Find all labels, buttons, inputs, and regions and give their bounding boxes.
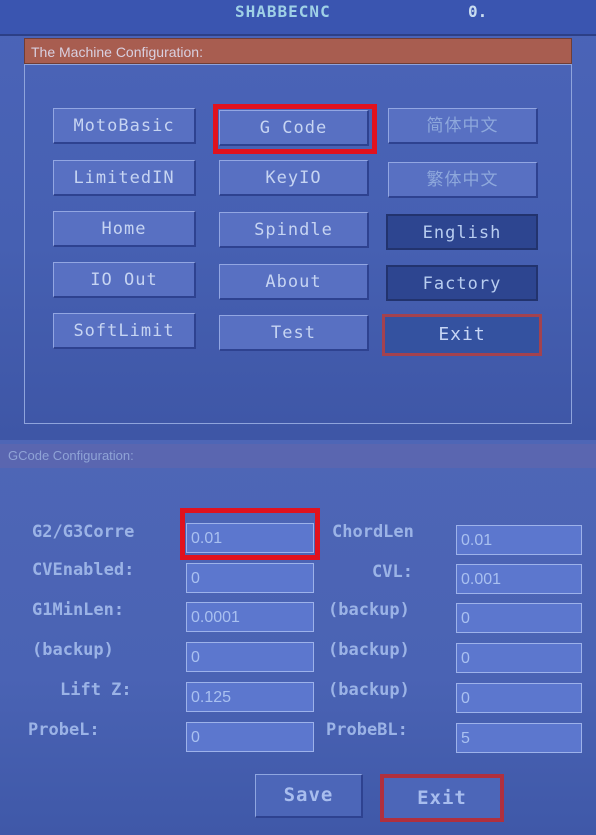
test-button[interactable]: Test [219,315,369,351]
g1-min-length-field[interactable]: 0.0001 [186,602,314,632]
backup-label-right-3: (backup) [328,680,410,700]
english-button[interactable]: English [386,214,538,250]
top-header: SHABBECNC 0. [0,0,596,36]
machine-configuration-screen: SHABBECNC 0. The Machine Configuration: … [0,0,596,440]
g2g3-correction-label: G2/G3Corre [32,522,135,542]
chord-length-field[interactable]: 0.01 [456,525,582,555]
backup-label-right-1: (backup) [328,600,410,620]
probe-length-field[interactable]: 0 [186,722,314,752]
save-button[interactable]: Save [255,774,363,818]
motobasic-button[interactable]: MotoBasic [53,108,196,144]
g1-min-length-label: G1MinLen: [32,600,125,620]
about-button[interactable]: About [219,264,369,300]
cvl-label: CVL: [372,562,413,582]
cv-enabled-field[interactable]: 0 [186,563,314,593]
cv-enabled-label: CVEnabled: [32,560,135,580]
brand-label: SHABBECNC [235,2,331,21]
traditional-chinese-button[interactable]: 繁体中文 [388,162,538,198]
backup-field-right-2[interactable]: 0 [456,643,582,673]
header-number: 0. [468,2,488,21]
cvl-field[interactable]: 0.001 [456,564,582,594]
gcode-configuration-screen: GCode Configuration: G2/G3Corre 0.01 Cho… [0,440,596,835]
lift-z-field[interactable]: 0.125 [186,682,314,712]
probe-bl-field[interactable]: 5 [456,723,582,753]
gcode-config-title: GCode Configuration: [0,444,596,468]
g2g3-correction-field[interactable]: 0.01 [186,523,314,553]
home-button[interactable]: Home [53,211,196,247]
config-exit-button[interactable]: Exit [382,314,542,356]
io-out-button[interactable]: IO Out [53,262,196,298]
backup-field-right-3[interactable]: 0 [456,683,582,713]
gcode-exit-button[interactable]: Exit [380,774,504,822]
chord-length-label: ChordLen [332,522,414,542]
machine-config-title: The Machine Configuration: [24,38,572,64]
backup-field-left[interactable]: 0 [186,642,314,672]
backup-label-left: (backup) [32,640,114,660]
probe-length-label: ProbeL: [28,720,100,740]
limitedin-button[interactable]: LimitedIN [53,160,196,196]
backup-label-right-2: (backup) [328,640,410,660]
probe-bl-label: ProbeBL: [326,720,408,740]
keyio-button[interactable]: KeyIO [219,160,369,196]
gcode-button[interactable]: G Code [219,110,369,146]
lift-z-label: Lift Z: [60,680,132,700]
simplified-chinese-button[interactable]: 简体中文 [388,108,538,144]
backup-field-right-1[interactable]: 0 [456,603,582,633]
factory-button[interactable]: Factory [386,265,538,301]
spindle-button[interactable]: Spindle [219,212,369,248]
softlimit-button[interactable]: SoftLimit [53,313,196,349]
